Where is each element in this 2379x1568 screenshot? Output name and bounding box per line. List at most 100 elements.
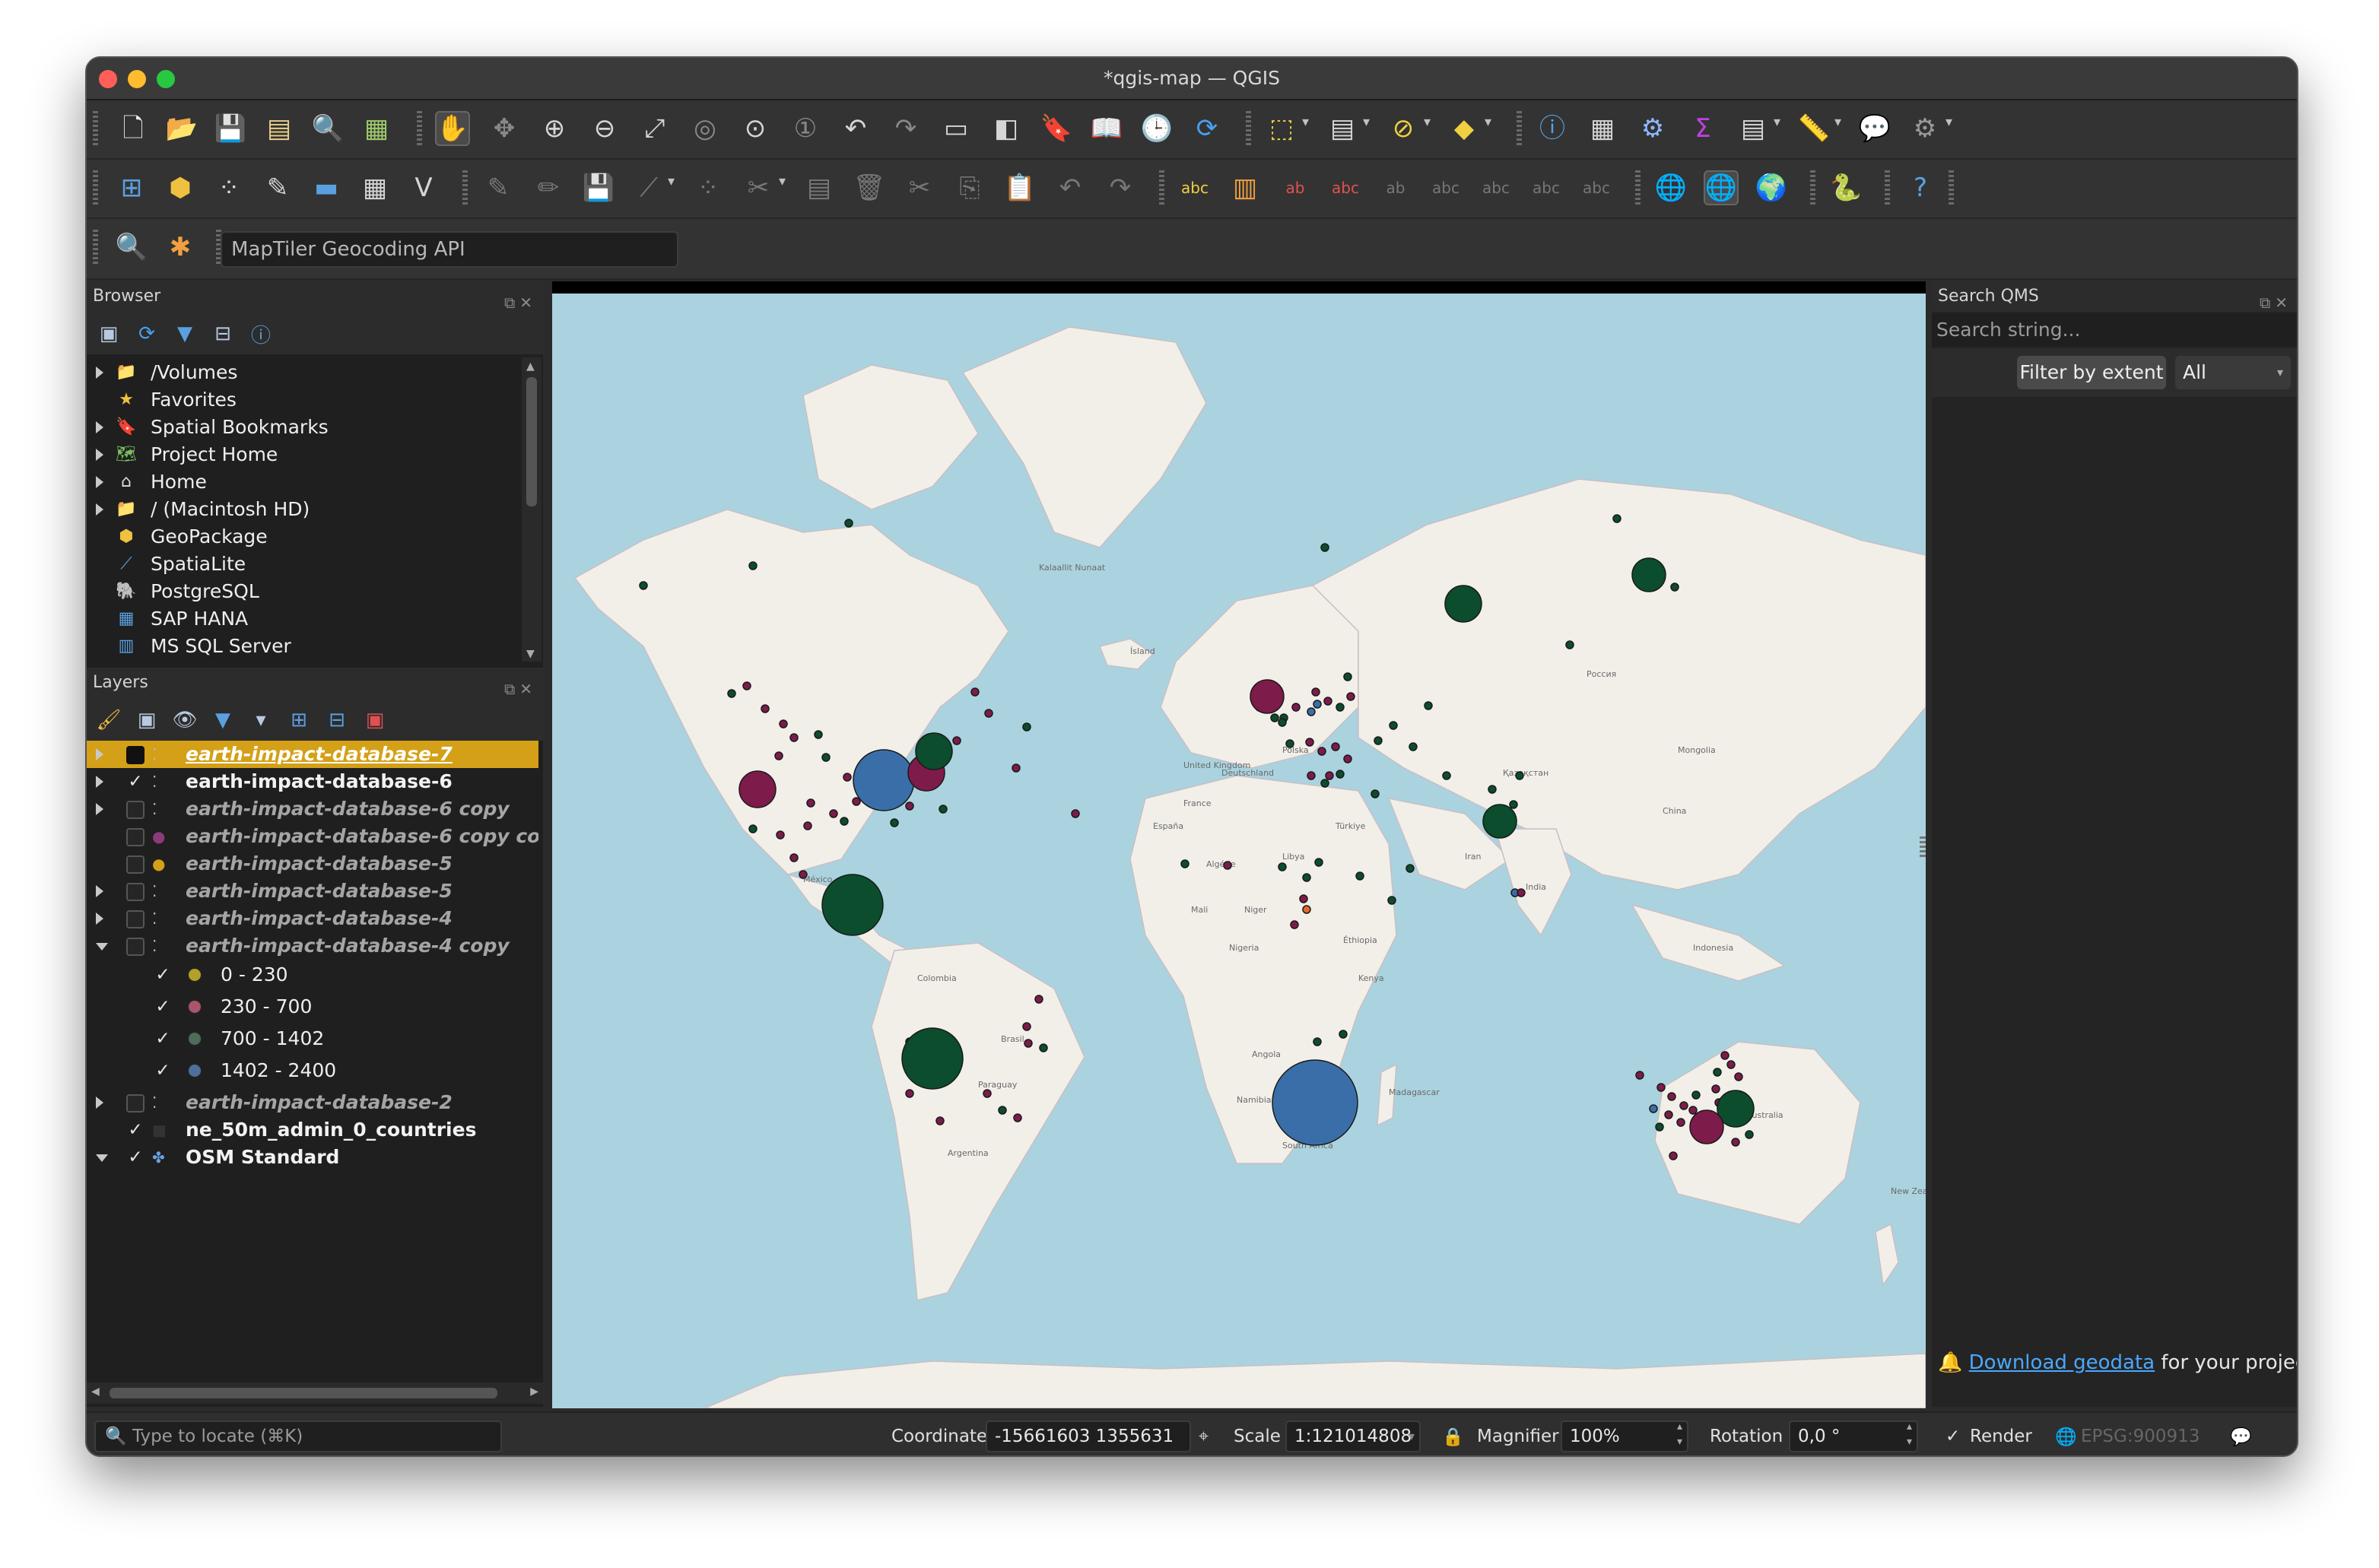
statistics-icon[interactable]: Σ bbox=[1685, 111, 1720, 146]
expand-all-icon[interactable]: ⊞ bbox=[286, 707, 312, 733]
impact-point[interactable] bbox=[806, 798, 815, 808]
maptiler-globe-icon[interactable]: 🌍 bbox=[1754, 170, 1789, 205]
new-map-view-icon[interactable]: ▭ bbox=[939, 111, 974, 146]
impact-point[interactable] bbox=[1272, 1059, 1358, 1146]
impact-point[interactable] bbox=[840, 817, 849, 826]
toolbar-grip[interactable] bbox=[93, 230, 98, 265]
expand-arrow-icon[interactable] bbox=[96, 943, 108, 951]
paste-features-icon[interactable]: 📋 bbox=[1002, 170, 1037, 205]
impact-point[interactable] bbox=[1720, 1051, 1729, 1060]
rotate-label-icon[interactable]: abc bbox=[1479, 170, 1513, 205]
impact-point[interactable] bbox=[1679, 1101, 1688, 1110]
impact-point[interactable] bbox=[1691, 1090, 1701, 1100]
impact-point[interactable] bbox=[789, 733, 799, 742]
impact-point[interactable] bbox=[1250, 679, 1285, 714]
python-console-icon[interactable]: 🐍 bbox=[1828, 170, 1863, 205]
impact-point[interactable] bbox=[983, 1089, 992, 1098]
expand-arrow-icon[interactable] bbox=[96, 421, 103, 433]
toolbar-grip[interactable] bbox=[93, 170, 98, 205]
impact-point[interactable] bbox=[1336, 770, 1345, 779]
impact-point[interactable] bbox=[1424, 701, 1433, 710]
remove-layer-icon[interactable]: ▣ bbox=[362, 707, 388, 733]
toolbar-grip[interactable] bbox=[1810, 170, 1815, 205]
impact-point[interactable] bbox=[821, 753, 831, 762]
filter-by-extent-button[interactable]: Filter by extent bbox=[2017, 356, 2166, 389]
impact-point[interactable] bbox=[984, 709, 993, 718]
select-by-location-icon[interactable]: ◆ bbox=[1447, 111, 1482, 146]
layer-visibility-checkbox[interactable] bbox=[126, 855, 145, 874]
browser-item[interactable]: 🐘 PostgreSQL bbox=[87, 578, 522, 605]
impact-point[interactable] bbox=[1517, 888, 1526, 897]
impact-point[interactable] bbox=[1442, 771, 1451, 780]
impact-point[interactable] bbox=[1713, 1068, 1722, 1077]
impact-point[interactable] bbox=[1290, 920, 1299, 929]
impact-point[interactable] bbox=[1331, 742, 1340, 751]
layer-visibility-checkbox[interactable] bbox=[126, 801, 145, 819]
impact-point[interactable] bbox=[1565, 640, 1574, 649]
modify-dropdown[interactable]: ▾ bbox=[779, 173, 786, 189]
impact-point[interactable] bbox=[1024, 1039, 1033, 1048]
impact-point[interactable] bbox=[1012, 763, 1021, 773]
label-properties-icon[interactable]: abc bbox=[1579, 170, 1614, 205]
expand-arrow-icon[interactable] bbox=[96, 748, 103, 760]
layer-visibility-checkbox[interactable] bbox=[126, 883, 145, 901]
expand-arrow-icon[interactable] bbox=[96, 885, 103, 897]
impact-point[interactable] bbox=[843, 773, 852, 782]
deselect-dropdown[interactable]: ▾ bbox=[1424, 114, 1431, 130]
layer-item[interactable]: ✓ ■ ne_50m_admin_0_countries bbox=[87, 1116, 538, 1144]
legend-checkbox[interactable]: ✓ bbox=[154, 961, 172, 989]
impact-point[interactable] bbox=[1676, 1118, 1685, 1127]
geocoding-search-icon[interactable]: 🔍 bbox=[114, 230, 149, 265]
impact-point[interactable] bbox=[1488, 785, 1497, 794]
change-label-icon[interactable]: abc bbox=[1529, 170, 1564, 205]
measure-dropdown[interactable]: ▾ bbox=[1834, 114, 1841, 130]
layer-item[interactable]: ✓ ✤ OSM Standard bbox=[87, 1144, 538, 1171]
add-raster-icon[interactable]: ▦ bbox=[357, 170, 392, 205]
impact-point[interactable] bbox=[1311, 687, 1320, 697]
impact-point[interactable] bbox=[1387, 896, 1396, 905]
impact-point[interactable] bbox=[901, 1027, 964, 1090]
impact-point[interactable] bbox=[803, 821, 812, 830]
download-geodata-link[interactable]: Download geodata bbox=[1969, 1351, 2155, 1374]
browser-item[interactable]: 🔖 Spatial Bookmarks bbox=[87, 414, 522, 441]
redo-icon[interactable]: ↷ bbox=[1103, 170, 1138, 205]
impact-point[interactable] bbox=[1302, 905, 1311, 914]
cut-features-icon[interactable]: ✂ bbox=[902, 170, 937, 205]
layer-item[interactable]: ✓ ⁚ earth-impact-database-6 bbox=[87, 768, 538, 795]
impact-point[interactable] bbox=[1285, 739, 1294, 748]
impact-point[interactable] bbox=[774, 751, 783, 760]
add-layer-icon[interactable]: ▬ bbox=[309, 170, 344, 205]
new-3d-map-view-icon[interactable]: ◧ bbox=[989, 111, 1024, 146]
browser-item[interactable]: ★ Favorites bbox=[87, 386, 522, 414]
layout-manager-icon[interactable]: 🔍 bbox=[310, 111, 345, 146]
impact-point[interactable] bbox=[748, 561, 758, 570]
impact-point[interactable] bbox=[1669, 1151, 1678, 1160]
impact-point[interactable] bbox=[1278, 862, 1287, 871]
impact-point[interactable] bbox=[1034, 995, 1043, 1004]
impact-point[interactable] bbox=[1307, 771, 1316, 780]
impact-point[interactable] bbox=[1320, 543, 1329, 552]
expand-arrow-icon[interactable] bbox=[96, 803, 103, 815]
legend-item[interactable]: ✓ 700 - 1402 bbox=[87, 1025, 538, 1052]
impact-point[interactable] bbox=[1731, 1138, 1740, 1147]
qms-globe-icon[interactable]: 🌐 bbox=[1704, 170, 1739, 205]
settings-gear-icon[interactable]: ⚙ bbox=[1907, 111, 1942, 146]
render-checkbox[interactable]: ✓ bbox=[1945, 1427, 1960, 1446]
layer-styling-icon[interactable]: 🖌 bbox=[96, 707, 122, 733]
new-temporary-layer-icon[interactable]: ⁘ bbox=[211, 170, 246, 205]
add-feature-icon[interactable]: ⟋ bbox=[631, 170, 666, 205]
browser-item[interactable]: ⟋ SpatiaLite bbox=[87, 551, 522, 578]
diagram-tool-icon[interactable]: ▥ bbox=[1228, 170, 1263, 205]
impact-point[interactable] bbox=[727, 689, 736, 698]
impact-point[interactable] bbox=[789, 853, 799, 862]
toolbar-grip[interactable] bbox=[93, 111, 98, 146]
legend-checkbox[interactable]: ✓ bbox=[154, 1057, 172, 1084]
layer-visibility-checkbox[interactable]: ✓ bbox=[126, 1116, 145, 1144]
coordinate-field[interactable]: -15661603 1355631 bbox=[986, 1420, 1191, 1452]
select-by-value-icon[interactable]: ▤ bbox=[1325, 111, 1360, 146]
zoom-to-layer-icon[interactable]: ⊙ bbox=[738, 111, 773, 146]
collapse-all-icon[interactable]: ⊟ bbox=[324, 707, 350, 733]
impact-point[interactable] bbox=[970, 687, 980, 697]
impact-point[interactable] bbox=[1325, 771, 1334, 780]
layer-visibility-checkbox[interactable]: ✓ bbox=[126, 1144, 145, 1171]
